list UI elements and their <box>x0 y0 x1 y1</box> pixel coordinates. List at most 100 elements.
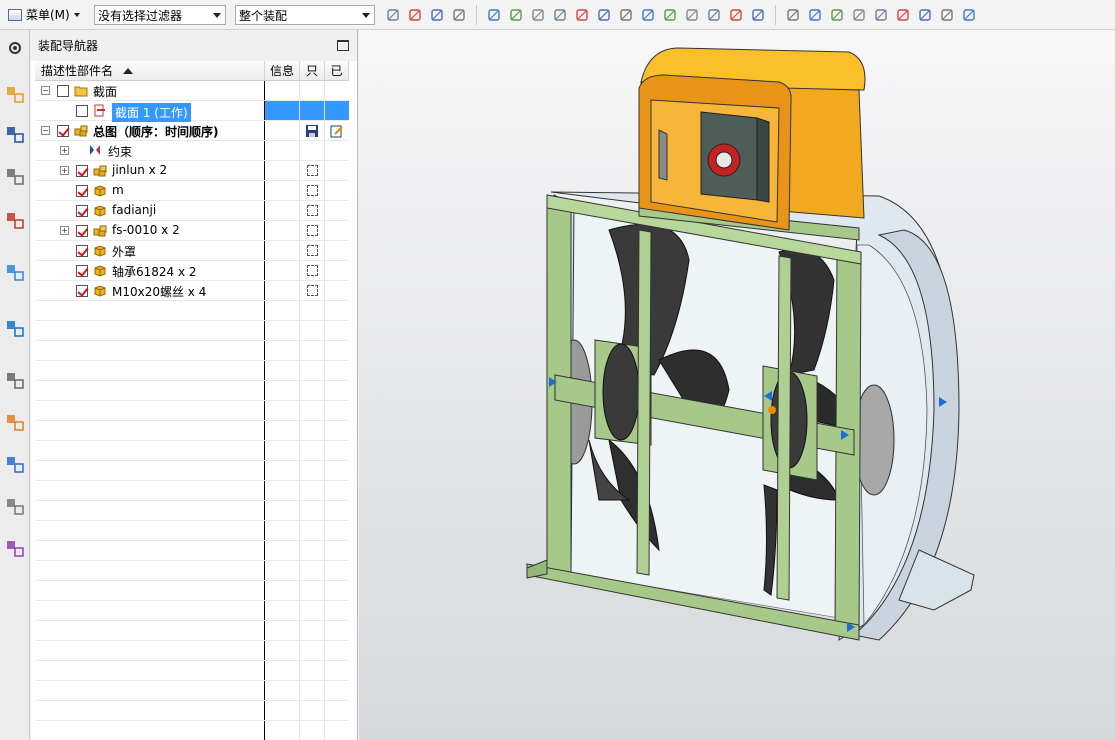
graphics-viewport[interactable] <box>359 30 1115 740</box>
visibility-checkbox[interactable] <box>57 125 69 137</box>
hd3d-icon[interactable] <box>3 260 27 284</box>
crosshair-icon[interactable] <box>703 5 725 25</box>
tree-row[interactable]: + 约束 <box>35 141 349 161</box>
snap-icon[interactable] <box>426 5 448 25</box>
column-header-readonly[interactable]: 只 <box>300 61 325 80</box>
readonly-indicator[interactable] <box>306 185 318 196</box>
constraint-icon[interactable] <box>404 5 426 25</box>
constraint-navigator-icon[interactable] <box>3 122 27 146</box>
empty-row <box>35 681 349 701</box>
visibility-checkbox[interactable] <box>76 285 88 297</box>
empty-row <box>35 501 349 521</box>
empty-row <box>35 701 349 721</box>
readonly-indicator[interactable] <box>306 165 318 176</box>
cube-icon[interactable] <box>914 5 936 25</box>
expand-icon[interactable]: + <box>60 146 69 155</box>
process-icon[interactable] <box>3 452 27 476</box>
shaded-icon[interactable] <box>505 5 527 25</box>
save-icon[interactable] <box>305 124 319 138</box>
readonly-indicator[interactable] <box>306 265 318 276</box>
expand-icon[interactable]: + <box>60 226 69 235</box>
tree-row[interactable]: − 截面 <box>35 81 349 101</box>
part-navigator-icon[interactable] <box>3 164 27 188</box>
collapse-icon[interactable]: − <box>41 86 50 95</box>
menu-button[interactable]: 菜单(M) <box>2 4 84 26</box>
menu-icon <box>8 8 22 21</box>
selection-filter-dropdown[interactable]: 没有选择过滤器 <box>94 5 226 25</box>
assembly-navigator-icon[interactable] <box>3 82 27 106</box>
tree-row[interactable]: 轴承61824 x 2 <box>35 261 349 281</box>
points-icon[interactable] <box>549 5 571 25</box>
selection-scope-dropdown[interactable]: 整个装配 <box>235 5 375 25</box>
select-box-icon[interactable] <box>483 5 505 25</box>
visibility-checkbox[interactable] <box>76 105 88 117</box>
visibility-checkbox[interactable] <box>76 205 88 217</box>
empty-row <box>35 301 349 321</box>
perpendicular-icon[interactable] <box>659 5 681 25</box>
empty-cell <box>265 621 300 640</box>
wireframe-icon[interactable] <box>527 5 549 25</box>
view-icon[interactable] <box>782 5 804 25</box>
expand-icon[interactable]: + <box>60 166 69 175</box>
readonly-indicator[interactable] <box>306 245 318 256</box>
fit-icon[interactable] <box>804 5 826 25</box>
column-readonly-label: 只 <box>305 64 318 78</box>
tree-row[interactable]: 外罩 <box>35 241 349 261</box>
diag-icon[interactable] <box>747 5 769 25</box>
readonly-indicator[interactable] <box>306 225 318 236</box>
history-icon[interactable] <box>3 368 27 392</box>
column-header-name[interactable]: 描述性部件名 <box>35 61 265 80</box>
fan-assembly-model[interactable] <box>359 30 1115 740</box>
column-header-info[interactable]: 信息 <box>265 61 300 80</box>
empty-cell <box>35 701 265 720</box>
more-icon[interactable] <box>958 5 980 25</box>
rotate-icon[interactable] <box>848 5 870 25</box>
line2-icon[interactable] <box>593 5 615 25</box>
empty-cell <box>300 481 325 500</box>
readonly-indicator[interactable] <box>306 205 318 216</box>
tree-row-info-cell <box>265 81 300 100</box>
constraints-icon <box>88 144 102 157</box>
zoom-icon[interactable] <box>826 5 848 25</box>
tree-row[interactable]: m <box>35 181 349 201</box>
tree-row[interactable]: fadianji <box>35 201 349 221</box>
gear-icon[interactable] <box>3 36 27 60</box>
pin-icon[interactable] <box>448 5 470 25</box>
empty-cell <box>325 501 349 520</box>
toolbar-separator <box>476 5 477 25</box>
empty-cell <box>300 521 325 540</box>
shade-icon[interactable] <box>936 5 958 25</box>
tree-row[interactable]: + jinlun x 2 <box>35 161 349 181</box>
visibility-checkbox[interactable] <box>76 165 88 177</box>
tree-row-modified-cell <box>325 241 349 260</box>
visualization-icon[interactable] <box>3 410 27 434</box>
visibility-checkbox[interactable] <box>76 265 88 277</box>
tree-row[interactable]: + fs-0010 x 2 <box>35 221 349 241</box>
visibility-checkbox[interactable] <box>76 185 88 197</box>
move-icon[interactable] <box>382 5 404 25</box>
visibility-checkbox[interactable] <box>57 85 69 97</box>
visibility-checkbox[interactable] <box>76 225 88 237</box>
circle-icon[interactable] <box>681 5 703 25</box>
tools-icon[interactable] <box>3 494 27 518</box>
collapse-icon[interactable]: − <box>41 126 50 135</box>
tree-row[interactable]: M10x20螺丝 x 4 <box>35 281 349 301</box>
render-icon[interactable] <box>892 5 914 25</box>
reuse-library-icon[interactable] <box>3 208 27 232</box>
roles-icon[interactable] <box>3 536 27 560</box>
maximize-icon[interactable] <box>337 40 349 51</box>
plus-icon[interactable] <box>725 5 747 25</box>
layout-icon[interactable] <box>870 5 892 25</box>
tree-row[interactable]: − 总图（顺序：时间顺序) <box>35 121 349 141</box>
empty-cell <box>265 421 300 440</box>
edit-icon[interactable] <box>330 124 344 138</box>
visibility-checkbox[interactable] <box>76 245 88 257</box>
tree-row[interactable]: 截面 1 (工作) <box>35 101 349 122</box>
spline-icon[interactable] <box>637 5 659 25</box>
web-browser-icon[interactable] <box>3 316 27 340</box>
curve-icon[interactable] <box>615 5 637 25</box>
column-header-modified[interactable]: 已 <box>325 61 349 80</box>
readonly-indicator[interactable] <box>306 285 318 296</box>
tree-row-modified-cell <box>325 201 349 220</box>
line-icon[interactable] <box>571 5 593 25</box>
